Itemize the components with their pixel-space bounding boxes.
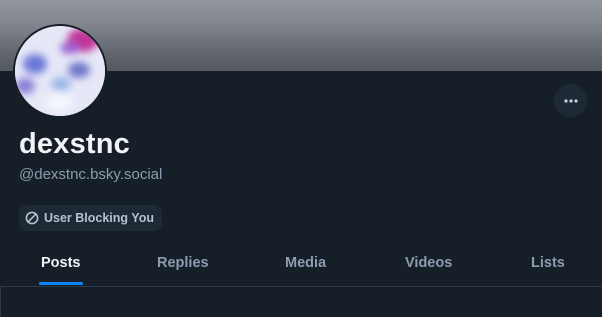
tabs-divider xyxy=(0,286,602,287)
tab-label: Posts xyxy=(41,255,81,271)
avatar[interactable] xyxy=(13,24,107,118)
active-tab-indicator xyxy=(39,282,83,285)
tab-videos[interactable]: Videos xyxy=(405,243,452,286)
tab-label: Media xyxy=(285,255,327,271)
blocking-status-label: User Blocking You xyxy=(44,211,154,225)
profile-tabs: Posts Replies Media Videos Lists xyxy=(0,243,602,286)
tab-media[interactable]: Media xyxy=(285,243,326,286)
ellipsis-icon xyxy=(563,98,578,103)
feed-left-border xyxy=(0,286,1,317)
display-name: dexstnc xyxy=(19,128,130,160)
tab-label: Videos xyxy=(405,255,453,271)
tab-posts[interactable]: Posts xyxy=(39,243,83,286)
more-options-button[interactable] xyxy=(554,84,587,117)
tab-replies[interactable]: Replies xyxy=(157,243,209,286)
tab-lists[interactable]: Lists xyxy=(531,243,565,286)
profile-handle: @dexstnc.bsky.social xyxy=(19,166,163,183)
blocking-status-badge[interactable]: User Blocking You xyxy=(19,205,162,231)
profile-page: dexstnc @dexstnc.bsky.social User Blocki… xyxy=(0,0,602,317)
block-icon xyxy=(25,211,39,225)
tab-label: Lists xyxy=(531,255,565,271)
avatar-image xyxy=(15,26,105,116)
tab-label: Replies xyxy=(157,255,209,271)
